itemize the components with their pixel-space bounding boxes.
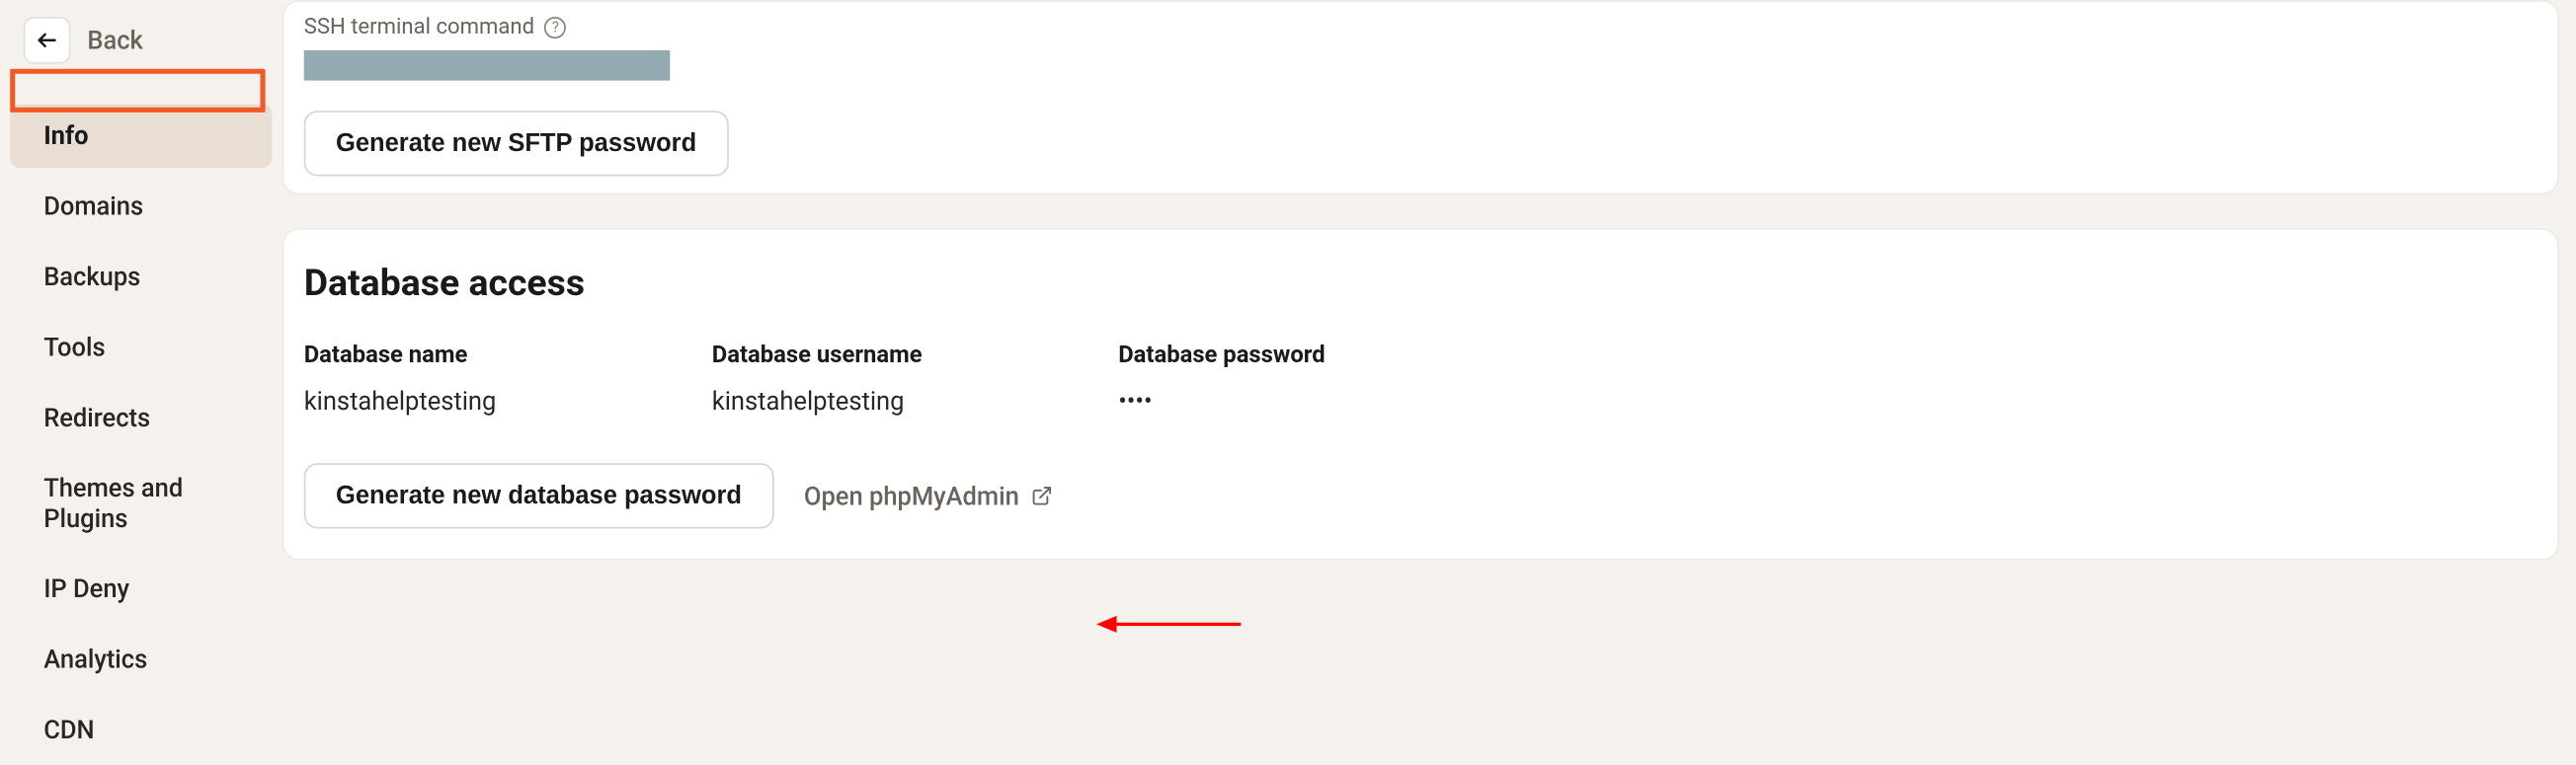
external-link-icon — [1031, 485, 1053, 506]
main-content: SSH terminal command ? Generate new SFTP… — [282, 0, 2576, 752]
database-access-card: Database access Database name kinstahelp… — [282, 228, 2559, 561]
database-password-label: Database password — [1118, 343, 1521, 369]
back-label: Back — [87, 26, 142, 56]
ssh-command-label: SSH terminal command — [304, 15, 534, 40]
sidebar-item-analytics[interactable]: Analytics — [10, 628, 272, 692]
back-button[interactable] — [24, 17, 71, 64]
sidebar-item-themes-plugins[interactable]: Themes and Plugins — [10, 456, 272, 550]
database-username-label: Database username — [712, 343, 1118, 369]
database-access-title: Database access — [304, 264, 2537, 306]
ssh-command-value-redacted[interactable] — [304, 50, 671, 81]
generate-sftp-password-button[interactable]: Generate new SFTP password — [304, 111, 729, 176]
annotation-arrow — [1093, 607, 1245, 641]
open-phpmyadmin-link[interactable]: Open phpMyAdmin — [804, 481, 1053, 511]
sftp-card: SSH terminal command ? Generate new SFTP… — [282, 0, 2559, 194]
database-name-value[interactable]: kinstahelptesting — [304, 386, 712, 417]
sidebar-item-redirects[interactable]: Redirects — [10, 386, 272, 450]
sidebar-item-ip-deny[interactable]: IP Deny — [10, 557, 272, 621]
open-phpmyadmin-label: Open phpMyAdmin — [804, 481, 1019, 511]
sidebar-nav: Info Domains Backups Tools Redirects The… — [0, 101, 282, 765]
sidebar-item-cdn[interactable]: CDN — [10, 698, 272, 762]
generate-db-password-button[interactable]: Generate new database password — [304, 463, 774, 528]
sidebar-item-info[interactable]: Info — [10, 104, 272, 168]
arrow-left-icon — [36, 29, 59, 52]
sidebar-item-tools[interactable]: Tools — [10, 316, 272, 380]
database-username-value[interactable]: kinstahelptesting — [712, 386, 1118, 417]
sidebar-item-domains[interactable]: Domains — [10, 175, 272, 239]
database-name-label: Database name — [304, 343, 712, 369]
help-icon[interactable]: ? — [544, 17, 566, 38]
sidebar-item-backups[interactable]: Backups — [10, 245, 272, 309]
sidebar: Back Info Domains Backups Tools Redirect… — [0, 0, 282, 752]
database-password-value[interactable]: •••• — [1118, 386, 1521, 417]
